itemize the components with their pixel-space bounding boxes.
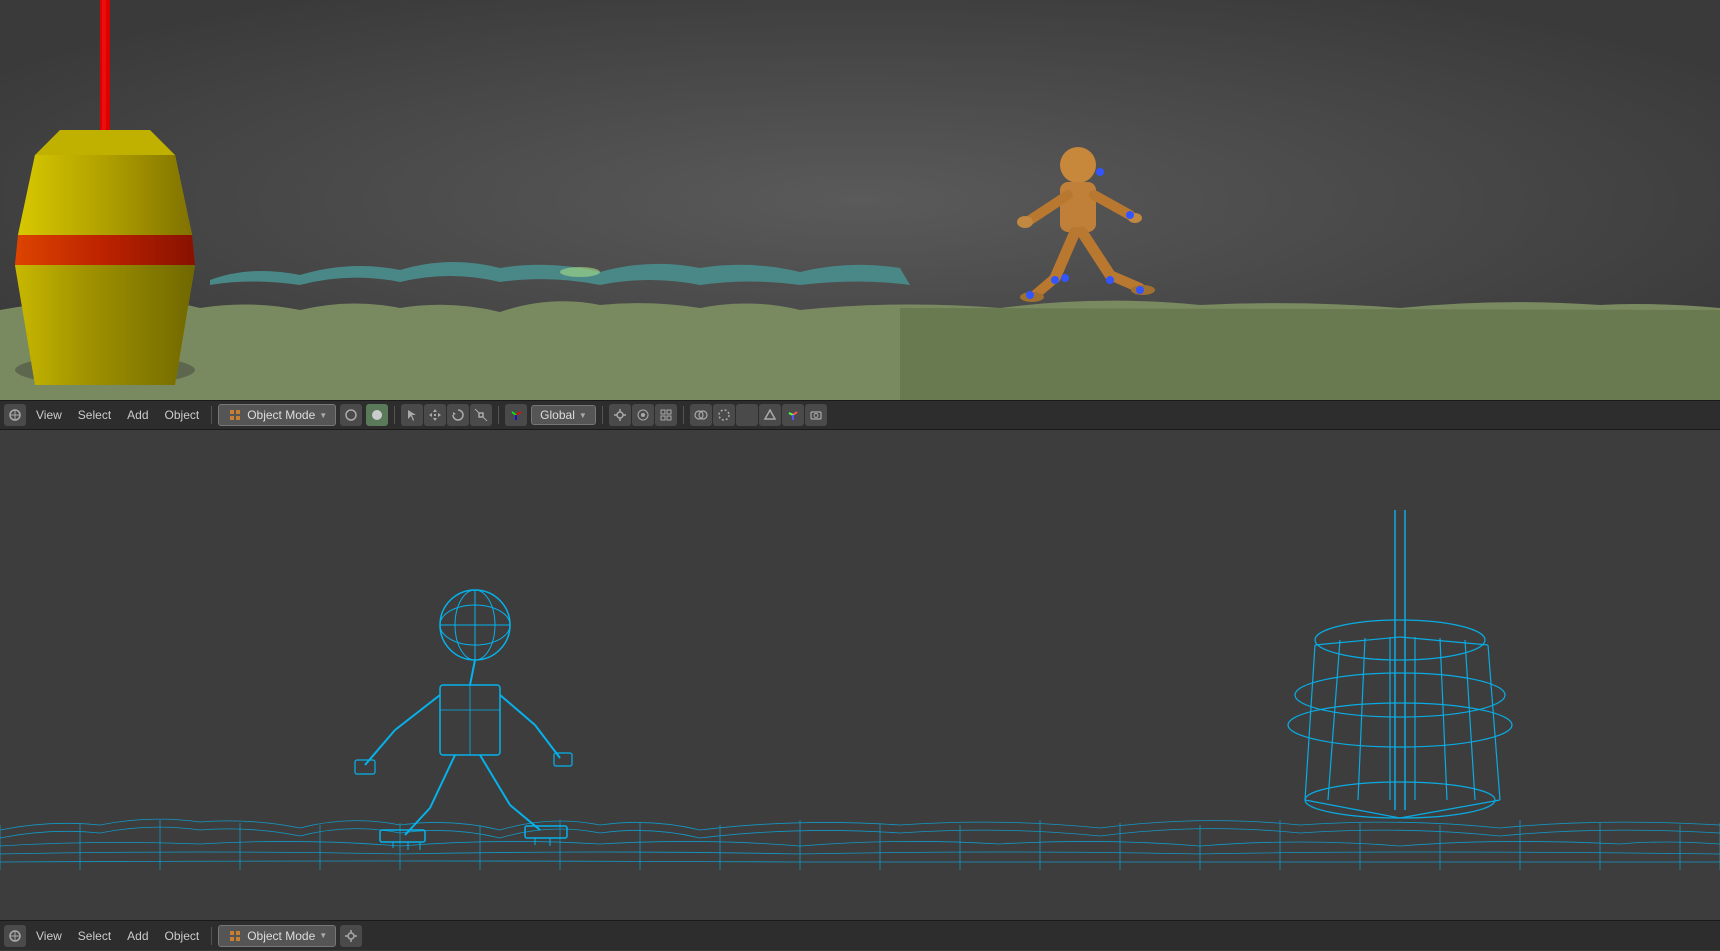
- mode-arrow: ▼: [319, 411, 327, 420]
- object-menu[interactable]: Object: [159, 406, 206, 424]
- xray-btn[interactable]: [713, 404, 735, 426]
- sep3: [498, 406, 499, 424]
- bottom-snap-icons: [340, 925, 362, 947]
- camera-btn[interactable]: [805, 404, 827, 426]
- snap-toggle-btn[interactable]: [609, 404, 631, 426]
- toolbar-3d: View Select Add Object Object Mode ▼: [0, 400, 1720, 430]
- select-menu[interactable]: Select: [72, 406, 117, 424]
- viewport-shading-btn[interactable]: [736, 404, 758, 426]
- sep4: [602, 406, 603, 424]
- overlay-btn[interactable]: [690, 404, 712, 426]
- rotate-tool-btn[interactable]: [447, 404, 469, 426]
- bottom-snap-btn[interactable]: [340, 925, 362, 947]
- view-menu-bottom[interactable]: View: [30, 927, 68, 945]
- right-icons: [690, 404, 827, 426]
- select-menu-bottom[interactable]: Select: [72, 927, 117, 945]
- gizmo-btn[interactable]: [782, 404, 804, 426]
- viewport-3d-bottom[interactable]: 1: [0, 430, 1720, 950]
- orientation-arrow: ▼: [579, 411, 587, 420]
- mode-label: Object Mode: [247, 408, 315, 422]
- proportional-edit-btn[interactable]: [632, 404, 654, 426]
- bottom-mode-label: Object Mode: [247, 929, 315, 943]
- orientation-label: Global: [540, 408, 575, 422]
- sep2: [394, 406, 395, 424]
- add-menu[interactable]: Add: [121, 406, 154, 424]
- transform-orientation[interactable]: Global ▼: [531, 405, 596, 425]
- viewport-3d-top[interactable]: 1: [0, 0, 1720, 400]
- move-tool-btn[interactable]: [424, 404, 446, 426]
- bottom-mode-arrow: ▼: [319, 931, 327, 940]
- mode-selector[interactable]: Object Mode ▼: [218, 404, 336, 426]
- sep5: [683, 406, 684, 424]
- scene-3d-top: [0, 0, 1720, 400]
- viewport-type-icon[interactable]: [4, 404, 26, 426]
- cursor-tool-btn[interactable]: [401, 404, 423, 426]
- snap-grid-btn[interactable]: [655, 404, 677, 426]
- object-menu-bottom[interactable]: Object: [159, 927, 206, 945]
- transform-icons: [401, 404, 492, 426]
- wireframe-mode-btn[interactable]: [340, 404, 362, 426]
- scale-tool-btn[interactable]: [470, 404, 492, 426]
- scene-3d-bottom: [0, 430, 1720, 950]
- bottom-mode-selector[interactable]: Object Mode ▼: [218, 925, 336, 947]
- bottom-sep1: [211, 927, 212, 945]
- viewport-type-bottom-icon[interactable]: [4, 925, 26, 947]
- solid-mode-btn[interactable]: [366, 404, 388, 426]
- rendered-btn[interactable]: [759, 404, 781, 426]
- orientation-icon[interactable]: [505, 404, 527, 426]
- add-menu-bottom[interactable]: Add: [121, 927, 154, 945]
- snap-icons: [609, 404, 677, 426]
- sep1: [211, 406, 212, 424]
- view-menu[interactable]: View: [30, 406, 68, 424]
- bottom-toolbar: View Select Add Object Object Mode ▼: [0, 920, 1720, 950]
